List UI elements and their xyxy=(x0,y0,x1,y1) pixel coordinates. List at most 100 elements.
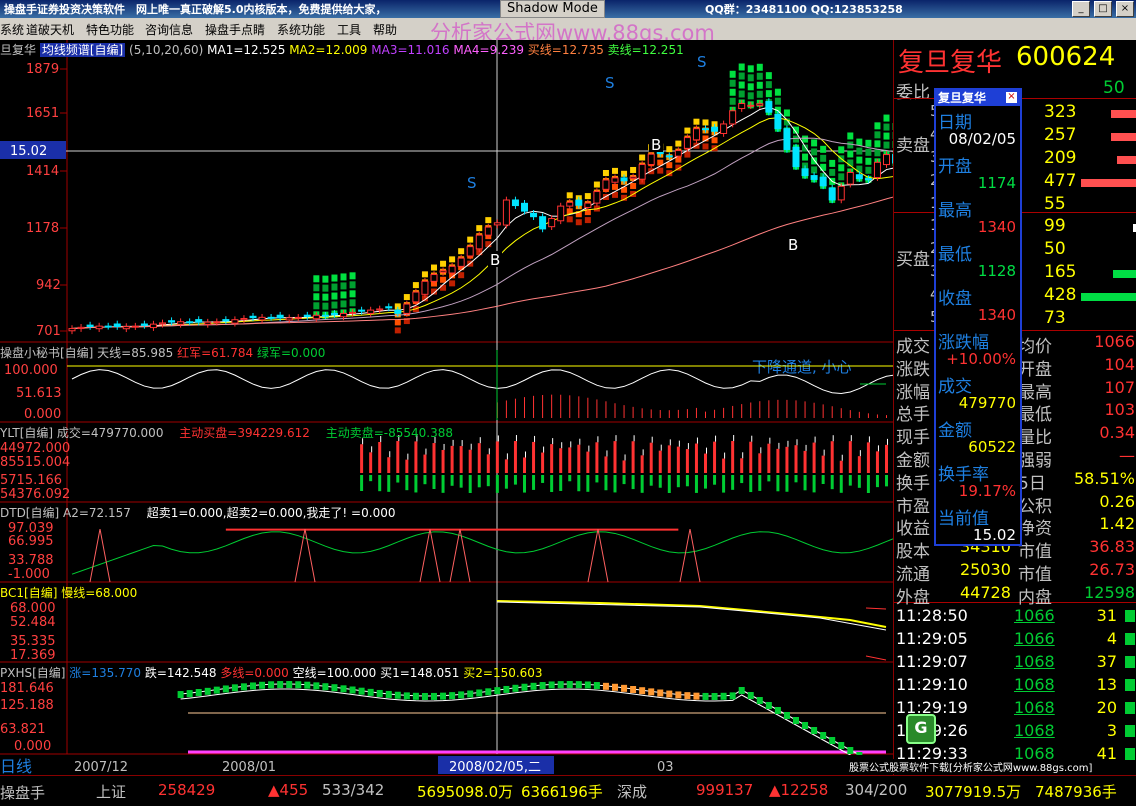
candle xyxy=(304,315,310,316)
bar-info-popup[interactable]: 复旦复华 × 日期08/02/05开盘1174最高1340最低1128收盘134… xyxy=(934,88,1022,546)
sz-index-change: ▲12258 xyxy=(769,781,828,799)
stat-label-right: 内盘 xyxy=(1018,583,1052,608)
buy-level-volume: 428 xyxy=(1044,285,1076,305)
candle xyxy=(368,310,374,313)
ribbon-block xyxy=(395,319,401,325)
tick-volume: 41 xyxy=(1097,744,1117,763)
ribbon-block xyxy=(712,137,718,143)
tick-time: 11:29:10 xyxy=(896,675,968,694)
menu-item-features[interactable]: 特色功能 xyxy=(86,21,134,38)
popup-close-icon[interactable]: × xyxy=(1006,92,1017,103)
stat-value-right: 1066 xyxy=(1094,332,1135,351)
ribbon-block xyxy=(666,162,672,168)
p6-buy1: 买1=148.051 xyxy=(380,666,459,680)
candle xyxy=(440,271,446,273)
stat-label-left: 换手 xyxy=(896,469,930,494)
candle xyxy=(350,312,356,313)
sz-index-label[interactable]: 深成 xyxy=(617,781,647,802)
ribbon-block xyxy=(440,277,446,283)
ribbon-block xyxy=(820,146,826,153)
menu-item-sysfunc[interactable]: 系统功能 xyxy=(277,21,325,38)
main-header: 旦复华 均线频谱[自编] (5,10,20,60) MA1=12.525 MA2… xyxy=(0,41,684,58)
p4-y1: 66.995 xyxy=(8,534,54,549)
ribbon-block xyxy=(829,169,835,176)
ribbon-block xyxy=(775,89,781,96)
p4-y2: 33.788 xyxy=(8,553,54,568)
ribbon-block xyxy=(585,193,591,199)
contact-text: QQ群：23481100 QQ:123853258 xyxy=(705,1,903,17)
candle xyxy=(449,266,455,273)
popup-value: 1128 xyxy=(978,262,1016,280)
y-label-1178: 1178 xyxy=(26,221,59,236)
stat-value-right: 0.26 xyxy=(1099,492,1135,511)
menu-item-info[interactable]: 咨询信息 xyxy=(145,21,193,38)
candle xyxy=(250,316,256,317)
p5-y3: 17.369 xyxy=(10,648,56,663)
tick-direction-mark xyxy=(1125,679,1135,691)
p4-title[interactable]: DTD[自编] A2=72.157 xyxy=(0,506,131,520)
ribbon-block xyxy=(874,149,880,156)
ribbon-block xyxy=(331,302,337,309)
ribbon-block xyxy=(793,136,799,143)
ribbon-block xyxy=(838,164,844,171)
stat-label-right: 5日 xyxy=(1018,469,1046,494)
ad-text[interactable]: 股票公式股票软件下载[分析家公式网www.88gs.com] xyxy=(849,759,1092,774)
ribbon-block xyxy=(594,182,600,188)
candle xyxy=(712,127,718,131)
menu-item-tools[interactable]: 工具 xyxy=(337,21,361,38)
stat-value-right: 1.42 xyxy=(1099,514,1135,533)
ribbon-block xyxy=(395,327,401,333)
stat-label-right: 强弱 xyxy=(1018,446,1052,471)
candle xyxy=(295,317,301,318)
maximize-button[interactable]: □ xyxy=(1094,1,1112,17)
p3-header: YLT[自编] 成交=479770.000 主动买盘=394229.612 主动… xyxy=(0,424,453,441)
sell-signal: S xyxy=(697,53,707,71)
close-button[interactable]: × xyxy=(1116,1,1134,17)
menu-item-system[interactable]: 系统 xyxy=(0,21,24,38)
stat-label-left: 总手 xyxy=(896,400,930,425)
candle xyxy=(105,326,111,327)
p6-title[interactable]: PXHS[自编] xyxy=(0,666,65,680)
ribbon-block xyxy=(567,216,573,222)
candle xyxy=(259,317,265,320)
ribbon-block xyxy=(313,284,319,291)
minimize-button[interactable]: _ xyxy=(1072,1,1090,17)
ribbon-block xyxy=(404,294,410,300)
candle xyxy=(386,307,392,308)
candle xyxy=(621,178,627,181)
ribbon-block xyxy=(757,82,763,89)
ribbon-block xyxy=(693,119,699,125)
sell-signal: S xyxy=(467,174,477,192)
quote-stock-code: 600624 xyxy=(1016,42,1115,72)
main-indicator-name[interactable]: 均线频谱[自编] xyxy=(40,43,125,57)
tick-price: 1068 xyxy=(1014,675,1055,694)
candle xyxy=(196,320,202,322)
candle xyxy=(413,292,419,302)
shadow-mode-badge[interactable]: Shadow Mode xyxy=(500,0,605,18)
period-label[interactable]: 日线 xyxy=(0,757,32,775)
ribbon-block xyxy=(856,148,862,155)
menu-item-daopo[interactable]: 道破天机 xyxy=(26,21,74,38)
p2-note: 下降通道, 小心 xyxy=(752,358,852,376)
menu-item-help[interactable]: 帮助 xyxy=(373,21,397,38)
candle xyxy=(331,313,337,314)
g-logo-icon[interactable]: G xyxy=(906,714,936,744)
p2-y0: 100.000 xyxy=(4,363,58,378)
candle xyxy=(132,326,138,327)
p5-title[interactable]: BC1[自编] 慢线=68.000 xyxy=(0,586,137,600)
ribbon-block xyxy=(802,136,808,143)
ribbon-block xyxy=(884,133,890,140)
stat-label-left: 收益 xyxy=(896,514,930,539)
ribbon-block xyxy=(350,272,356,279)
p3-title[interactable]: YLT[自编] 成交=479770.000 xyxy=(0,426,163,440)
candle xyxy=(123,327,129,329)
popup-value: 1340 xyxy=(978,218,1016,236)
p2-title[interactable]: 操盘小秘书[自编] 天线=85.985 xyxy=(0,346,173,360)
menu-item-point[interactable]: 操盘手点睛 xyxy=(205,21,265,38)
candle xyxy=(594,192,600,204)
sh-index-label[interactable]: 上证 xyxy=(96,781,126,802)
candle xyxy=(721,124,727,134)
candle xyxy=(313,315,319,318)
ribbon-block xyxy=(766,72,772,79)
ribbon-block xyxy=(802,154,808,161)
